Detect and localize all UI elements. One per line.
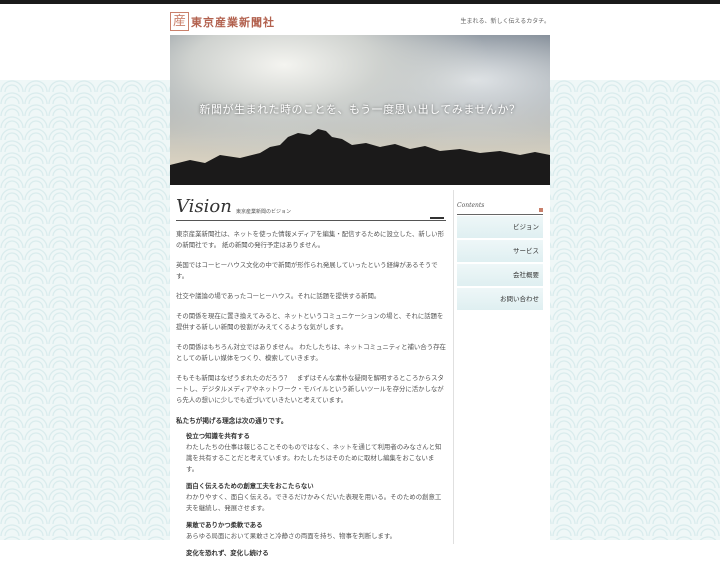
principle-title: 役立つ知識を共有する	[186, 432, 250, 440]
sidebar-item-contact[interactable]: お問い合わせ	[457, 288, 543, 311]
site-tagline: 生まれる、新しく伝えるカタチ。	[460, 18, 550, 25]
vision-paragraph: 東京産業新聞社は、ネットを使った情報メディアを編集・配信するために設立した、新し…	[176, 230, 444, 249]
vision-paragraph: その関係を現在に置き換えてみると、ネットというコミュニケーションの場と、それに話…	[176, 312, 444, 331]
principle-body: あらゆる局面において果敢さと冷静さの両面を持ち、物事を判断します。	[186, 532, 397, 540]
sidebar-item-service[interactable]: サービス	[457, 240, 543, 263]
vision-paragraph: 英国ではコーヒーハウス文化の中で新聞が形作られ発展していったという経緯があるそう…	[176, 261, 438, 280]
site-logo-text[interactable]: 東京産業新聞社	[191, 14, 275, 30]
vision-paragraphs: 東京産業新聞社は、ネットを使った情報メディアを編集・配信するために設立した、新し…	[176, 229, 446, 406]
vision-heading: Vision 東京産業新聞のビジョン	[176, 196, 446, 221]
vision-paragraph: 社交や議論の場であったコーヒーハウス。それに話題を提供する新聞。	[176, 292, 381, 300]
site-header: 産 東京産業新聞社 生まれる、新しく伝えるカタチ。	[170, 4, 550, 35]
logo-mark-icon[interactable]: 産	[170, 12, 189, 31]
vision-heading-title: Vision	[176, 196, 232, 217]
sidebar-heading-text: Contents	[457, 202, 485, 209]
principle-body: わたしたちの仕事は報じることそのものではなく、ネットを通じて利用者のみなさんと知…	[186, 443, 442, 473]
principles-title: 私たちが掲げる理念は次の通りです。	[176, 417, 288, 425]
principle-body: わかりやすく、面白く伝える。できるだけかみくだいた表現を用いる。そのための創意工…	[186, 493, 442, 512]
principle-title: 変化を恐れず、変化し続ける	[186, 549, 269, 557]
sidebar-item-company[interactable]: 会社概要	[457, 264, 543, 287]
column-divider	[453, 190, 454, 544]
main-content: Vision 東京産業新聞のビジョン 東京産業新聞社は、ネットを使った情報メディ…	[176, 196, 446, 565]
page-container: 産 東京産業新聞社 生まれる、新しく伝えるカタチ。 新聞が生まれた時のことを、も…	[170, 4, 550, 557]
heading-accent-bar	[430, 217, 444, 219]
hero-image: 新聞が生まれた時のことを、もう一度思い出してみませんか？	[170, 35, 550, 185]
vision-paragraph: その関係はもちろん対立ではありません。 わたしたちは、ネットコミュニティと補い合…	[176, 343, 446, 362]
sidebar-heading: Contents	[457, 200, 543, 215]
principle-item: 役立つ知識を共有する わたしたちの仕事は報じることそのものではなく、ネットを通じ…	[186, 431, 446, 475]
vision-heading-subtitle: 東京産業新聞のビジョン	[236, 209, 292, 215]
sidebar: Contents ビジョン サービス 会社概要 お問い合わせ	[457, 200, 543, 311]
silhouette-horizon	[170, 129, 550, 185]
principle-title: 果敢でありかつ柔軟である	[186, 521, 263, 529]
vision-paragraph: そもそも新聞はなぜうまれたのだろう？ まずはそんな素朴な疑問を解明するところから…	[176, 374, 444, 404]
principle-item: 面白く伝えるための創意工夫をおこたらない わかりやすく、面白く伝える。できるだけ…	[186, 481, 446, 514]
sidebar-item-vision[interactable]: ビジョン	[457, 216, 543, 239]
hero-title: 新聞が生まれた時のことを、もう一度思い出してみませんか？	[199, 103, 521, 116]
principle-item: 果敢でありかつ柔軟である あらゆる局面において果敢さと冷静さの両面を持ち、物事を…	[186, 520, 446, 542]
principle-item: 変化を恐れず、変化し続ける	[186, 548, 446, 559]
principle-title: 面白く伝えるための創意工夫をおこたらない	[186, 482, 314, 490]
accent-square-icon	[539, 208, 543, 212]
